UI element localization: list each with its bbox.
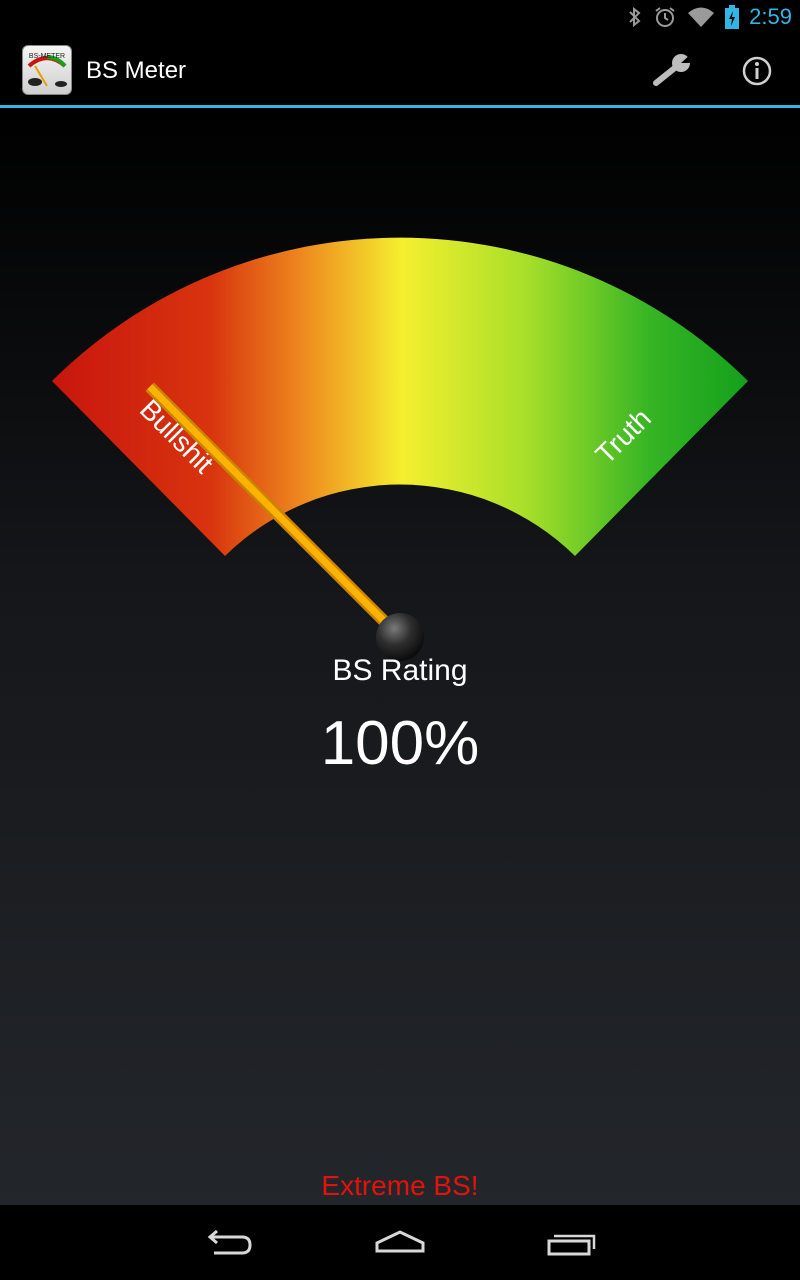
battery-charging-icon <box>725 4 740 29</box>
back-icon <box>207 1229 252 1255</box>
info-icon <box>742 56 772 86</box>
meter-logo-icon: BS-METER <box>27 53 67 87</box>
verdict-text: Extreme BS! <box>321 1170 479 1201</box>
back-button[interactable] <box>190 1217 270 1267</box>
rating-label: BS Rating <box>332 654 468 687</box>
bs-gauge: Bullshit Truth <box>52 237 748 661</box>
status-icons: 2:59 <box>627 0 792 33</box>
status-bar: 2:59 <box>0 0 800 33</box>
wrench-icon <box>653 53 692 86</box>
home-icon <box>375 1230 425 1253</box>
bluetooth-icon <box>629 6 641 27</box>
action-bar: BS-METER BS Meter <box>0 33 800 105</box>
alarm-icon <box>655 6 675 27</box>
navigation-bar <box>0 1205 800 1280</box>
main-content: Bullshit Truth BS Rating 100% Extreme BS… <box>0 108 800 1205</box>
app-icon[interactable]: BS-METER <box>22 45 72 95</box>
info-button[interactable] <box>732 49 782 93</box>
status-time: 2:59 <box>749 3 792 29</box>
home-button[interactable] <box>360 1217 440 1267</box>
settings-button[interactable] <box>648 49 698 93</box>
app-title: BS Meter <box>86 57 187 84</box>
rating-value: 100% <box>320 709 480 778</box>
wifi-icon <box>688 7 715 27</box>
recent-apps-button[interactable] <box>532 1217 612 1267</box>
recent-apps-icon <box>547 1234 596 1256</box>
svg-text:BS-METER: BS-METER <box>29 53 65 60</box>
